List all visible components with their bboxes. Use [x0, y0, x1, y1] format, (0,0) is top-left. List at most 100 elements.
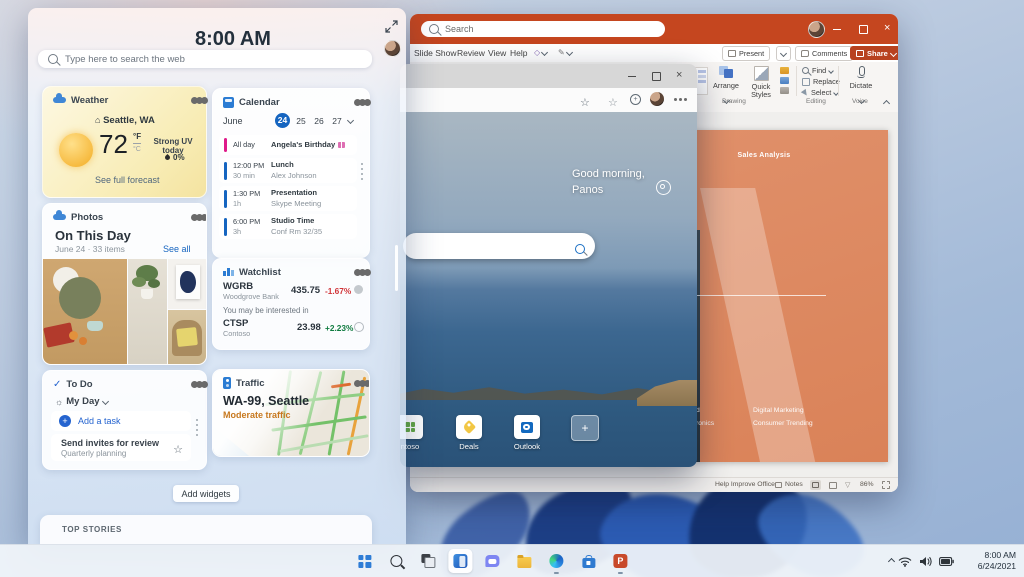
ppt-maximize-button[interactable] — [859, 25, 868, 34]
edge-titlebar[interactable]: × — [400, 64, 697, 88]
store-button[interactable] — [576, 549, 600, 573]
calendar-event[interactable]: 1:30 PM1h PresentationSkype Meeting — [219, 186, 357, 211]
calendar-widget[interactable]: Calendar June 24 25 26 27 All day Angela… — [212, 88, 370, 258]
photo-thumbnail[interactable] — [168, 259, 206, 309]
edge-button[interactable] — [544, 549, 568, 573]
traffic-more-icon[interactable] — [354, 380, 361, 387]
top-stories-card[interactable]: TOP STORIES — [40, 515, 372, 545]
ppt-minimize-button[interactable] — [833, 29, 841, 30]
extensions-icon[interactable]: + — [630, 94, 641, 105]
start-button[interactable] — [352, 549, 376, 573]
page-settings-gear-icon[interactable] — [656, 180, 671, 195]
weather-forecast-link[interactable]: See full forecast — [95, 175, 160, 185]
calendar-day[interactable]: 25 — [294, 116, 308, 126]
comments-button[interactable]: Comments — [795, 46, 853, 61]
photos-widget[interactable]: Photos On This Day June 24 · 33 items Se… — [42, 203, 207, 365]
tray-clock[interactable]: 8:00 AM 6/24/2021 — [978, 550, 1016, 571]
zoom-level[interactable]: 86% — [860, 481, 874, 488]
task-star-icon[interactable] — [173, 440, 183, 458]
menu-help[interactable]: Help — [510, 48, 527, 58]
tray-chevron[interactable] — [889, 545, 894, 577]
row-action-icon[interactable] — [354, 285, 363, 294]
calendar-scroll-dots[interactable] — [361, 163, 363, 165]
shape-format-minibuttons[interactable] — [780, 67, 792, 94]
photos-see-all-link[interactable]: See all — [163, 244, 191, 254]
powerpoint-titlebar[interactable]: Search × — [410, 14, 898, 44]
watchlist-row[interactable]: CTSP Contoso — [223, 318, 250, 338]
todo-list-selector[interactable]: ☼ My Day — [55, 396, 108, 407]
edge-settings-menu-icon[interactable] — [674, 98, 677, 101]
tray-icons[interactable] — [898, 545, 954, 577]
todo-more-icon[interactable] — [191, 381, 198, 388]
favorites-icon[interactable] — [580, 93, 590, 111]
calendar-expand-icon[interactable] — [347, 117, 354, 124]
present-button[interactable]: Present — [722, 46, 770, 61]
todo-scroll-dots[interactable] — [196, 419, 198, 421]
add-task-row[interactable]: + Add a task — [51, 411, 191, 431]
task-view-button[interactable] — [416, 549, 440, 573]
menu-review[interactable]: Review — [457, 48, 485, 58]
watchlist-row[interactable]: WGRB Woodgrove Bank — [223, 281, 279, 301]
quick-styles-button[interactable]: Quick Styles — [744, 66, 778, 99]
designer-icon[interactable]: ◇ — [534, 48, 547, 57]
collapse-ribbon-icon[interactable] — [883, 100, 890, 107]
chat-button[interactable] — [480, 549, 504, 573]
calendar-day[interactable]: 26 — [312, 116, 326, 126]
search-button[interactable] — [384, 549, 408, 573]
file-explorer-button[interactable] — [512, 549, 536, 573]
weather-more-icon[interactable] — [191, 97, 198, 104]
photos-more-icon[interactable] — [191, 214, 198, 221]
menu-slide-show[interactable]: Slide Show — [414, 48, 457, 58]
normal-view-icon[interactable] — [810, 480, 821, 490]
add-widgets-button[interactable]: Add widgets — [173, 485, 239, 502]
calendar-event[interactable]: 6:00 PM3h Studio TimeConf Rm 32/35 — [219, 214, 357, 239]
share-button[interactable]: Share — [850, 46, 898, 60]
ink-pen-icon[interactable]: ✎ — [558, 48, 572, 57]
menu-view[interactable]: View — [488, 48, 506, 58]
slide-sorter-view-icon[interactable] — [829, 482, 837, 489]
present-dropdown[interactable] — [776, 46, 791, 61]
fit-slide-icon[interactable] — [882, 481, 890, 489]
shape-outline-icon[interactable] — [780, 77, 789, 84]
watchlist-more-icon[interactable] — [354, 269, 361, 276]
select-button[interactable]: Select — [802, 88, 840, 97]
traffic-widget[interactable]: Traffic WA-99, Seattle Moderate traffic — [212, 369, 370, 457]
calendar-event[interactable]: All day Angela's Birthday — [219, 135, 357, 155]
slideshow-view-icon[interactable]: ▽ — [845, 481, 850, 489]
weather-widget[interactable]: Weather ⌂ Seattle, WA 72 °F °C Strong UV… — [42, 86, 207, 198]
calendar-day[interactable]: 27 — [330, 116, 344, 126]
panel-scrollbar-thumb[interactable] — [395, 245, 398, 291]
row-action-icon[interactable] — [354, 322, 364, 332]
photo-thumbnail[interactable] — [43, 259, 127, 364]
find-button[interactable]: Find — [802, 66, 840, 75]
edge-minimize-button[interactable] — [628, 76, 636, 77]
panel-profile-avatar[interactable] — [384, 40, 401, 57]
widgets-button[interactable] — [448, 549, 472, 573]
tile-outlook[interactable] — [514, 415, 540, 439]
task-row[interactable]: Send invites for review Quarterly planni… — [51, 434, 191, 461]
collections-icon[interactable] — [608, 93, 618, 111]
calendar-event[interactable]: 12:00 PM30 min LunchAlex Johnson — [219, 158, 357, 183]
edge-search-bar[interactable] — [403, 233, 595, 259]
ppt-account-avatar[interactable] — [808, 21, 825, 38]
edge-profile-avatar[interactable] — [650, 92, 664, 106]
weather-units[interactable]: °F °C — [133, 133, 141, 153]
ppt-search-box[interactable]: Search — [421, 21, 665, 37]
notes-toggle[interactable]: Notes — [775, 481, 803, 488]
shape-fill-icon[interactable] — [780, 67, 789, 74]
photo-thumbnail[interactable] — [128, 259, 167, 364]
panel-search-bar[interactable]: Type here to search the web — [38, 50, 372, 68]
tile-add[interactable]: + — [571, 415, 599, 441]
edge-close-button[interactable]: × — [676, 69, 682, 81]
help-improve-office[interactable]: Help Improve Office — [715, 481, 775, 488]
todo-widget[interactable]: ✓ To Do ☼ My Day + Add a task Send invit… — [42, 370, 207, 470]
photo-thumbnail[interactable] — [168, 310, 206, 364]
shape-effects-icon[interactable] — [780, 87, 789, 94]
tile-deals[interactable] — [456, 415, 482, 439]
calendar-day-selected[interactable]: 24 — [275, 113, 290, 128]
expand-panel-icon[interactable] — [385, 20, 398, 33]
ppt-close-button[interactable]: × — [884, 22, 890, 34]
edge-maximize-button[interactable] — [652, 72, 661, 81]
replace-button[interactable]: Replace — [802, 77, 840, 86]
powerpoint-button[interactable] — [608, 549, 632, 573]
